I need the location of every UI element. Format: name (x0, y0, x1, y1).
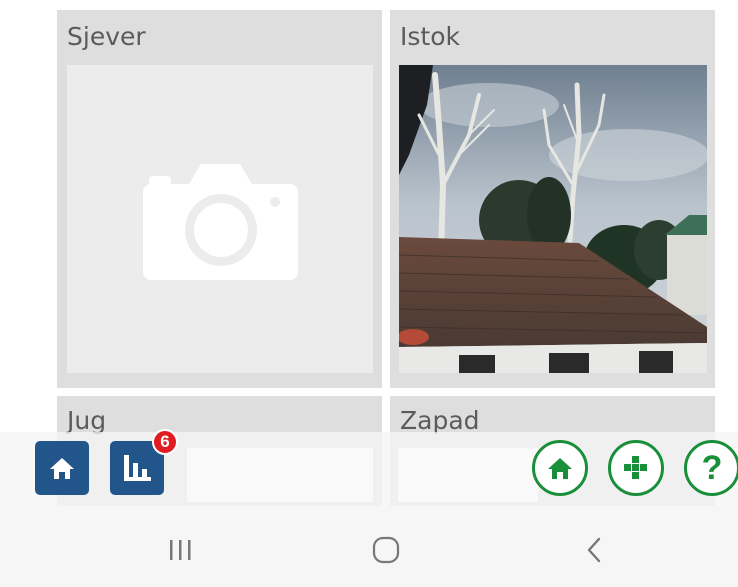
recents-icon (170, 540, 191, 560)
tile-label-south: Jug (67, 406, 107, 435)
home-icon (50, 458, 74, 479)
help-icon: ? (701, 448, 723, 487)
toolbar-panel-right (398, 448, 538, 502)
tile-label-north: Sjever (67, 22, 146, 51)
camera-icon (143, 164, 298, 280)
back-button[interactable] (574, 530, 614, 570)
home-icon (548, 458, 572, 479)
photo-placeholder-north[interactable] (67, 65, 373, 373)
bar-chart-icon (124, 455, 151, 481)
back-chevron-icon (587, 537, 601, 563)
grid-icon (624, 456, 647, 479)
tile-east[interactable]: Istok (390, 10, 715, 388)
system-home-button[interactable] (366, 530, 406, 570)
notification-badge: 6 (152, 429, 178, 455)
toolbar-panel-left (187, 448, 373, 502)
circle-home-icon (372, 536, 400, 564)
photo-image (399, 65, 707, 373)
tile-north[interactable]: Sjever (57, 10, 382, 388)
recent-apps-button[interactable] (160, 530, 200, 570)
grid-button[interactable] (608, 440, 664, 496)
home-round-button[interactable] (532, 440, 588, 496)
photo-east[interactable] (399, 65, 707, 373)
tile-label-west: Zapad (400, 406, 480, 435)
tile-label-east: Istok (400, 22, 460, 51)
help-button[interactable]: ? (684, 440, 738, 496)
home-button[interactable] (35, 441, 89, 495)
